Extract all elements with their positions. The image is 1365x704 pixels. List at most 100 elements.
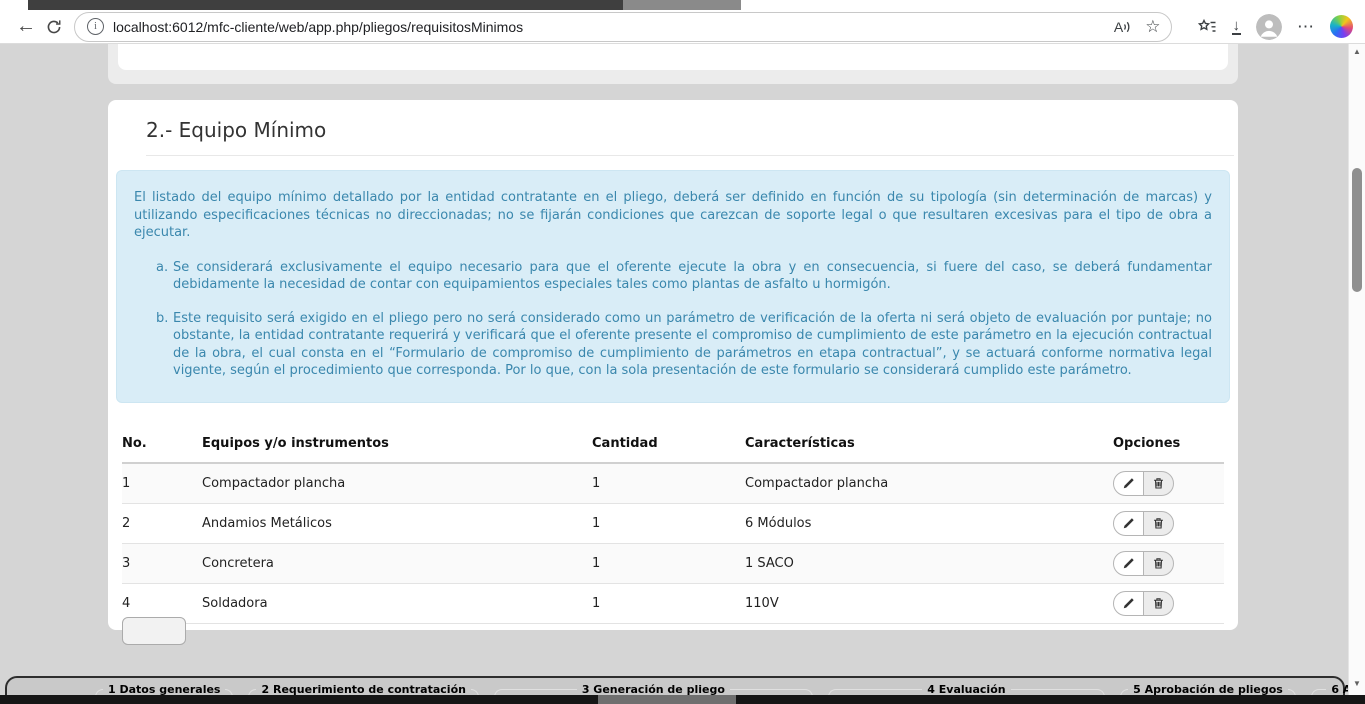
browser-window: ← i localhost:6012/mfc-cliente/web/app.p… — [0, 0, 1365, 704]
cell-no: 2 — [122, 516, 202, 531]
avatar-icon — [1256, 14, 1282, 40]
cell-equipo: Andamios Metálicos — [202, 516, 592, 531]
back-icon[interactable]: ← — [12, 13, 40, 41]
copilot-logo — [1330, 15, 1353, 38]
info-item-b-marker: b. — [156, 310, 173, 380]
collections-glyph — [1197, 18, 1217, 36]
edit-button[interactable] — [1113, 591, 1144, 616]
header-no: No. — [122, 436, 202, 451]
scrollbar-thumb[interactable] — [1352, 168, 1362, 292]
info-intro: El listado del equipo mínimo detallado p… — [134, 189, 1212, 242]
step-group-evaluacion: 4 Evaluación Requisitos mínimos Por punt… — [828, 683, 1105, 696]
pencil-icon — [1122, 477, 1135, 490]
edit-button[interactable] — [1113, 551, 1144, 576]
scroll-down-icon[interactable]: ▼ — [1349, 679, 1365, 688]
header-opciones: Opciones — [1105, 436, 1224, 451]
trash-icon — [1152, 597, 1165, 610]
row-actions — [1113, 471, 1174, 496]
collections-icon[interactable] — [1197, 18, 1217, 36]
cell-no: 3 — [122, 556, 202, 571]
step-legend: 5 Aprobación de pliegos — [1128, 683, 1288, 696]
delete-button[interactable] — [1143, 591, 1174, 616]
taskbar-edge — [0, 695, 1365, 704]
read-aloud-icon[interactable]: A — [1114, 19, 1131, 35]
previous-section-card-cutoff — [108, 44, 1238, 84]
scroll-up-icon[interactable]: ▲ — [1349, 47, 1365, 56]
row-actions — [1113, 551, 1174, 576]
read-aloud-waves — [1123, 20, 1131, 34]
table-row: 1 Compactador plancha 1 Compactador plan… — [122, 464, 1224, 504]
cell-cantidad: 1 — [592, 476, 745, 491]
avatar-glyph — [1256, 14, 1282, 40]
site-info-icon[interactable]: i — [87, 18, 104, 35]
step-legend: 3 Generación de pliego — [577, 683, 730, 696]
refresh-glyph — [45, 18, 63, 36]
table-row: 3 Concretera 1 1 SACO — [122, 544, 1224, 584]
tab-strip — [0, 0, 1365, 10]
browser-toolbar: ← i localhost:6012/mfc-cliente/web/app.p… — [0, 10, 1365, 44]
taskbar-segment — [598, 695, 736, 704]
more-menu-icon[interactable]: ⋯ — [1297, 17, 1315, 37]
step-group-datos-generales: 1 Datos generales Datos — [95, 683, 233, 696]
step-group-requerimiento: 2 Requerimiento de contratación Presupue… — [248, 683, 478, 696]
vertical-scrollbar[interactable]: ▲ ▼ — [1348, 44, 1365, 695]
download-icon[interactable]: ↓ — [1232, 19, 1242, 35]
table-header-row: No. Equipos y/o instrumentos Cantidad Ca… — [122, 427, 1224, 464]
pencil-icon — [1122, 557, 1135, 570]
info-item-a: a. Se considerará exclusivamente el equi… — [156, 259, 1212, 294]
address-bar[interactable]: i localhost:6012/mfc-cliente/web/app.php… — [74, 12, 1172, 42]
cell-equipo: Compactador plancha — [202, 476, 592, 491]
section-title: 2.- Equipo Mínimo — [146, 118, 1234, 156]
cell-opciones — [1105, 511, 1224, 536]
step-group-aprobacion: 5 Aprobación de pliegos Validación — [1120, 683, 1296, 696]
step-group-generacion-pliego: 3 Generación de pliego Condiciones parti… — [494, 683, 813, 696]
info-item-b: b. Este requisito será exigido en el pli… — [156, 310, 1212, 380]
delete-button[interactable] — [1143, 511, 1174, 536]
info-item-b-text: Este requisito será exigido en el pliego… — [173, 310, 1212, 380]
cell-no: 4 — [122, 596, 202, 611]
pencil-icon — [1122, 517, 1135, 530]
active-tab-edge[interactable] — [623, 0, 741, 10]
table-row: 2 Andamios Metálicos 1 6 Módulos — [122, 504, 1224, 544]
row-actions — [1113, 511, 1174, 536]
cell-opciones — [1105, 591, 1224, 616]
cell-caracteristicas: 6 Módulos — [745, 516, 1105, 531]
cell-equipo: Soldadora — [202, 596, 592, 611]
cell-equipo: Concretera — [202, 556, 592, 571]
delete-button[interactable] — [1143, 551, 1174, 576]
edit-button[interactable] — [1113, 511, 1144, 536]
wizard-step-bar: 1 Datos generales Datos 2 Requerimiento … — [5, 676, 1345, 695]
info-item-a-text: Se considerará exclusivamente el equipo … — [173, 259, 1212, 294]
equipo-minimo-card: 2.- Equipo Mínimo El listado del equipo … — [108, 100, 1238, 630]
trash-icon — [1152, 477, 1165, 490]
header-cantidad: Cantidad — [592, 436, 745, 451]
cell-caracteristicas: 110V — [745, 596, 1105, 611]
info-item-a-marker: a. — [156, 259, 173, 294]
equipment-table: No. Equipos y/o instrumentos Cantidad Ca… — [122, 427, 1224, 624]
cell-cantidad: 1 — [592, 596, 745, 611]
trash-icon — [1152, 557, 1165, 570]
cutoff-button[interactable] — [122, 617, 186, 645]
url-text[interactable]: localhost:6012/mfc-cliente/web/app.php/p… — [113, 19, 1100, 35]
cell-caracteristicas: 1 SACO — [745, 556, 1105, 571]
copilot-icon[interactable] — [1330, 15, 1353, 38]
cell-cantidad: 1 — [592, 516, 745, 531]
profile-avatar[interactable] — [1256, 14, 1282, 40]
tab-strip-dark-segment[interactable] — [28, 0, 623, 10]
cell-no: 1 — [122, 476, 202, 491]
cell-opciones — [1105, 471, 1224, 496]
favorite-star-icon[interactable]: ☆ — [1145, 17, 1160, 37]
step-legend: 2 Requerimiento de contratación — [256, 683, 470, 696]
pencil-icon — [1122, 597, 1135, 610]
previous-section-inner-box — [118, 44, 1228, 70]
refresh-icon[interactable] — [40, 13, 68, 41]
page-background: 2.- Equipo Mínimo El listado del equipo … — [0, 44, 1365, 695]
info-list: a. Se considerará exclusivamente el equi… — [156, 259, 1212, 380]
header-equipos: Equipos y/o instrumentos — [202, 436, 592, 451]
trash-icon — [1152, 517, 1165, 530]
header-caracteristicas: Características — [745, 436, 1105, 451]
edit-button[interactable] — [1113, 471, 1144, 496]
step-legend: 1 Datos generales — [103, 683, 225, 696]
read-aloud-letter: A — [1114, 19, 1123, 35]
delete-button[interactable] — [1143, 471, 1174, 496]
